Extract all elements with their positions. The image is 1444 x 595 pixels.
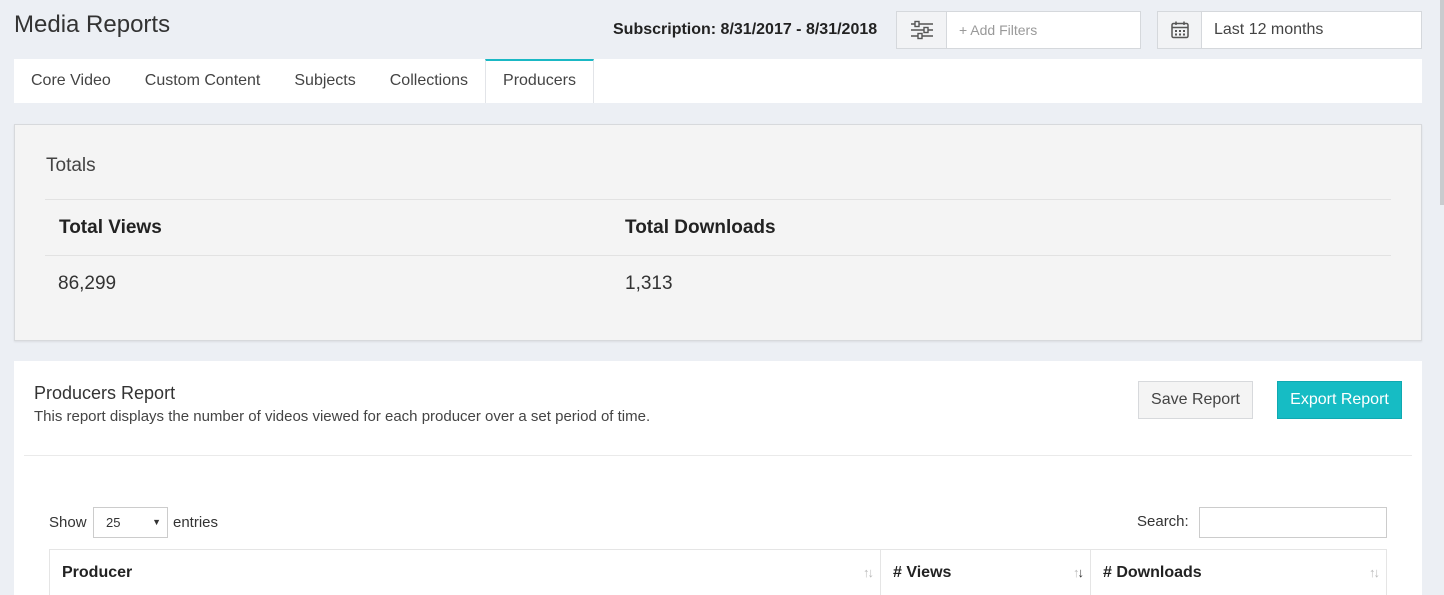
tab-subjects[interactable]: Subjects bbox=[277, 59, 372, 103]
column-label: Producer bbox=[62, 564, 133, 581]
column-header-views[interactable]: # Views ↑↓ bbox=[881, 550, 1091, 595]
table-header: Producer ↑↓ # Views ↑↓ # Downloads ↑↓ bbox=[49, 549, 1387, 595]
calendar-icon[interactable] bbox=[1158, 12, 1202, 48]
page-scrollbar[interactable] bbox=[1440, 0, 1444, 205]
date-range-control[interactable]: Last 12 months bbox=[1157, 11, 1422, 49]
divider bbox=[45, 199, 1391, 200]
divider bbox=[24, 455, 1412, 456]
entries-label: entries bbox=[173, 514, 219, 531]
tab-core-video[interactable]: Core Video bbox=[14, 59, 128, 103]
page-title: Media Reports bbox=[14, 11, 171, 38]
show-label: Show bbox=[49, 514, 87, 531]
tab-custom-content[interactable]: Custom Content bbox=[128, 59, 278, 103]
column-header-downloads[interactable]: # Downloads ↑↓ bbox=[1091, 550, 1386, 595]
caret-down-icon: ▼ bbox=[152, 517, 161, 527]
totals-panel: Totals Total Views Total Downloads 86,29… bbox=[14, 124, 1422, 341]
column-label: # Downloads bbox=[1103, 564, 1202, 581]
report-description: This report displays the number of video… bbox=[34, 408, 651, 425]
total-downloads-label: Total Downloads bbox=[625, 217, 776, 238]
tab-collections[interactable]: Collections bbox=[373, 59, 485, 103]
tab-producers[interactable]: Producers bbox=[485, 59, 594, 103]
sort-arrows-icon[interactable]: ↑↓ bbox=[1073, 550, 1084, 595]
sliders-icon[interactable] bbox=[897, 12, 947, 48]
divider bbox=[45, 255, 1391, 256]
total-views-label: Total Views bbox=[59, 217, 162, 238]
total-views-value: 86,299 bbox=[58, 273, 117, 294]
search-input[interactable] bbox=[1199, 507, 1387, 538]
column-header-producer[interactable]: Producer ↑↓ bbox=[50, 550, 881, 595]
date-range-value[interactable]: Last 12 months bbox=[1202, 12, 1421, 48]
save-report-button[interactable]: Save Report bbox=[1138, 381, 1253, 419]
add-filters-input[interactable]: + Add Filters bbox=[947, 12, 1140, 48]
column-label: # Views bbox=[893, 564, 952, 581]
filter-control[interactable]: + Add Filters bbox=[896, 11, 1141, 49]
search-label: Search: bbox=[1137, 513, 1189, 530]
entries-select[interactable]: 25 ▼ bbox=[93, 507, 168, 538]
export-report-button[interactable]: Export Report bbox=[1277, 381, 1402, 419]
entries-select-value: 25 bbox=[106, 515, 121, 530]
report-title: Producers Report bbox=[34, 383, 176, 403]
producers-report-panel: Producers Report This report displays th… bbox=[14, 361, 1422, 595]
total-downloads-value: 1,313 bbox=[625, 273, 673, 294]
sort-arrows-icon[interactable]: ↑↓ bbox=[1369, 550, 1380, 595]
report-tabs: Core Video Custom Content Subjects Colle… bbox=[14, 59, 1422, 103]
subscription-range: Subscription: 8/31/2017 - 8/31/2018 bbox=[613, 21, 878, 38]
totals-title: Totals bbox=[46, 155, 96, 176]
sort-arrows-icon[interactable]: ↑↓ bbox=[863, 550, 874, 595]
